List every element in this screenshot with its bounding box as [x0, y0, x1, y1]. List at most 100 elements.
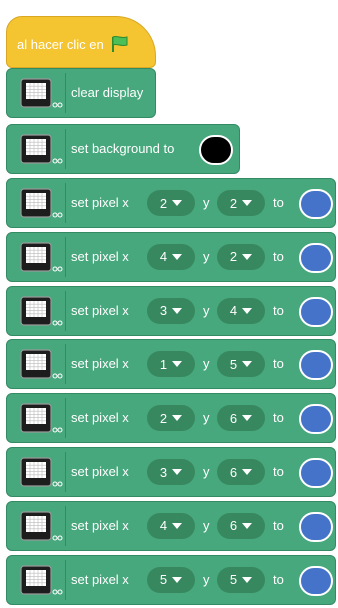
pixel-color-swatch[interactable] — [299, 296, 333, 327]
microbit-icon — [20, 398, 66, 439]
y-label: y — [203, 248, 210, 264]
green-flag-icon — [111, 35, 128, 52]
x-value: 4 — [159, 249, 168, 265]
y-label: y — [203, 464, 210, 479]
when-flag-clicked-hat-block[interactable]: al hacer clic en — [6, 16, 156, 68]
y-dropdown[interactable]: 6 — [217, 405, 265, 432]
microbit-icon — [20, 236, 66, 277]
y-label: y — [203, 195, 210, 210]
microbit-icon — [20, 505, 66, 546]
chevron-down-icon — [172, 576, 183, 583]
microbit-icon — [20, 129, 66, 169]
microbit-icon — [20, 452, 66, 492]
chevron-down-icon — [172, 469, 183, 475]
y-dropdown[interactable]: 4 — [217, 297, 265, 324]
y-label: y — [203, 410, 210, 426]
pixel-color-swatch[interactable] — [299, 458, 333, 488]
chevron-down-icon — [242, 522, 253, 529]
chevron-down-icon — [172, 200, 183, 206]
y-value: 5 — [229, 356, 238, 372]
x-dropdown[interactable]: 2 — [147, 190, 195, 216]
x-value: 4 — [159, 518, 168, 534]
chevron-down-icon — [242, 469, 253, 475]
y-dropdown[interactable]: 2 — [217, 243, 265, 270]
y-dropdown[interactable]: 6 — [217, 512, 265, 539]
set-pixel-block[interactable]: set pixel x 1 y 5 to — [6, 339, 336, 390]
set-pixel-block[interactable]: set pixel x 3 y 4 to — [6, 285, 336, 336]
x-dropdown[interactable]: 3 — [147, 459, 195, 485]
chevron-down-icon — [172, 307, 183, 314]
set-pixel-label: set pixel x — [71, 356, 129, 372]
to-label: to — [273, 356, 284, 372]
to-label: to — [273, 248, 284, 264]
x-dropdown[interactable]: 1 — [147, 351, 195, 378]
background-color-swatch[interactable] — [199, 135, 233, 165]
chevron-down-icon — [242, 307, 253, 314]
y-value: 6 — [229, 464, 238, 480]
microbit-icon — [20, 290, 66, 331]
to-label: to — [273, 464, 284, 479]
x-value: 2 — [159, 410, 168, 426]
set-pixel-block[interactable]: set pixel x 4 y 2 to — [6, 231, 336, 282]
chevron-down-icon — [242, 361, 253, 368]
hat-label: al hacer clic en — [17, 36, 104, 52]
pixel-color-swatch[interactable] — [299, 350, 333, 381]
to-label: to — [273, 571, 284, 587]
y-label: y — [203, 571, 210, 587]
y-label: y — [203, 356, 210, 372]
set-background-block[interactable]: set background to — [6, 124, 240, 174]
chevron-down-icon — [172, 522, 183, 529]
set-pixel-label: set pixel x — [71, 517, 129, 533]
x-dropdown[interactable]: 4 — [147, 243, 195, 270]
x-dropdown[interactable]: 2 — [147, 405, 195, 432]
x-dropdown[interactable]: 4 — [147, 512, 195, 539]
to-label: to — [273, 410, 284, 426]
chevron-down-icon — [242, 253, 253, 260]
pixel-color-swatch[interactable] — [299, 565, 333, 596]
microbit-icon — [20, 73, 66, 113]
set-pixel-label: set pixel x — [71, 464, 129, 479]
set-background-label: set background to — [71, 141, 175, 156]
pixel-color-swatch[interactable] — [299, 189, 333, 219]
pixel-color-swatch[interactable] — [299, 511, 333, 542]
x-dropdown[interactable]: 3 — [147, 297, 195, 324]
set-pixel-block[interactable]: set pixel x 2 y 2 to — [6, 178, 336, 228]
chevron-down-icon — [242, 200, 253, 206]
to-label: to — [273, 195, 284, 210]
set-pixel-block[interactable]: set pixel x 2 y 6 to — [6, 393, 336, 444]
x-value: 3 — [159, 464, 168, 480]
microbit-icon — [20, 559, 66, 600]
x-value: 5 — [159, 572, 168, 588]
x-value: 2 — [159, 195, 168, 211]
y-value: 4 — [229, 303, 238, 319]
to-label: to — [273, 302, 284, 318]
pixel-color-swatch[interactable] — [299, 404, 333, 435]
x-value: 1 — [159, 356, 168, 372]
clear-display-block[interactable]: clear display — [6, 68, 156, 118]
chevron-down-icon — [242, 576, 253, 583]
y-dropdown[interactable]: 5 — [217, 566, 265, 593]
to-label: to — [273, 517, 284, 533]
microbit-icon — [20, 183, 66, 223]
y-dropdown[interactable]: 5 — [217, 351, 265, 378]
y-value: 6 — [229, 410, 238, 426]
set-pixel-label: set pixel x — [71, 571, 129, 587]
set-pixel-block[interactable]: set pixel x 5 y 5 to — [6, 554, 336, 605]
y-value: 6 — [229, 518, 238, 534]
y-dropdown[interactable]: 2 — [217, 190, 265, 216]
chevron-down-icon — [172, 361, 183, 368]
x-dropdown[interactable]: 5 — [147, 566, 195, 593]
set-pixel-block[interactable]: set pixel x 4 y 6 to — [6, 500, 336, 551]
set-pixel-label: set pixel x — [71, 195, 129, 210]
chevron-down-icon — [172, 415, 183, 422]
y-value: 2 — [229, 249, 238, 265]
clear-display-label: clear display — [71, 85, 144, 100]
x-value: 3 — [159, 303, 168, 319]
y-label: y — [203, 517, 210, 533]
set-pixel-label: set pixel x — [71, 302, 129, 318]
y-label: y — [203, 302, 210, 318]
set-pixel-block[interactable]: set pixel x 3 y 6 to — [6, 447, 336, 497]
y-dropdown[interactable]: 6 — [217, 459, 265, 485]
y-value: 2 — [229, 195, 238, 211]
pixel-color-swatch[interactable] — [299, 242, 333, 273]
